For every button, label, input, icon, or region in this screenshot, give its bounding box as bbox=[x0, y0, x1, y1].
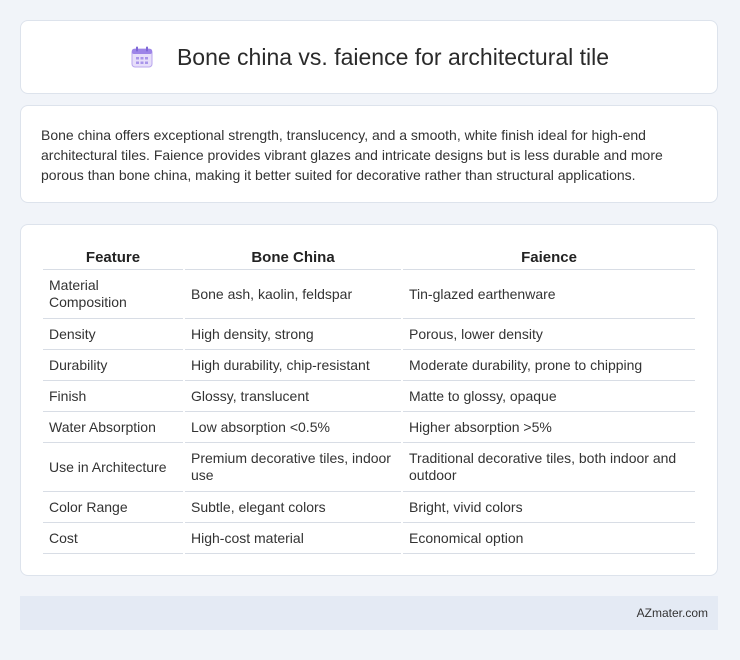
table-row: Cost High-cost material Economical optio… bbox=[43, 523, 695, 554]
row-bone-china: Low absorption <0.5% bbox=[185, 412, 401, 443]
comparison-table-card: Feature Bone China Faience Material Comp… bbox=[20, 224, 718, 576]
table-row: Water Absorption Low absorption <0.5% Hi… bbox=[43, 412, 695, 443]
summary-card: Bone china offers exceptional strength, … bbox=[20, 105, 718, 203]
row-faience: Moderate durability, prone to chipping bbox=[403, 350, 695, 381]
table-row: Durability High durability, chip-resista… bbox=[43, 350, 695, 381]
row-faience: Economical option bbox=[403, 523, 695, 554]
row-faience: Porous, lower density bbox=[403, 319, 695, 350]
row-bone-china: Subtle, elegant colors bbox=[185, 492, 401, 523]
row-faience: Tin-glazed earthenware bbox=[403, 270, 695, 319]
table-header-row: Feature Bone China Faience bbox=[43, 245, 695, 270]
row-bone-china: High density, strong bbox=[185, 319, 401, 350]
header-feature: Feature bbox=[43, 245, 183, 270]
comparison-table: Feature Bone China Faience Material Comp… bbox=[41, 245, 697, 554]
row-bone-china: High-cost material bbox=[185, 523, 401, 554]
header-faience: Faience bbox=[403, 245, 695, 270]
table-row: Density High density, strong Porous, low… bbox=[43, 319, 695, 350]
page-title: Bone china vs. faience for architectural… bbox=[176, 43, 610, 70]
footer: AZmater.com bbox=[20, 596, 718, 630]
table-row: Finish Glossy, translucent Matte to glos… bbox=[43, 381, 695, 412]
title-card: Bone china vs. faience for architectural… bbox=[20, 20, 718, 94]
summary-text: Bone china offers exceptional strength, … bbox=[41, 127, 663, 183]
row-faience: Bright, vivid colors bbox=[403, 492, 695, 523]
row-feature: Color Range bbox=[43, 492, 183, 523]
row-bone-china: Glossy, translucent bbox=[185, 381, 401, 412]
footer-brand: AZmater.com bbox=[636, 606, 708, 620]
row-feature: Durability bbox=[43, 350, 183, 381]
row-feature: Use in Architecture bbox=[43, 443, 183, 492]
row-faience: Higher absorption >5% bbox=[403, 412, 695, 443]
table-row: Color Range Subtle, elegant colors Brigh… bbox=[43, 492, 695, 523]
row-feature: Water Absorption bbox=[43, 412, 183, 443]
row-bone-china: Bone ash, kaolin, feldspar bbox=[185, 270, 401, 319]
table-row: Use in Architecture Premium decorative t… bbox=[43, 443, 695, 492]
row-faience: Traditional decorative tiles, both indoo… bbox=[403, 443, 695, 492]
row-feature: Material Composition bbox=[43, 270, 183, 319]
row-feature: Cost bbox=[43, 523, 183, 554]
calendar-icon bbox=[129, 44, 155, 70]
row-faience: Matte to glossy, opaque bbox=[403, 381, 695, 412]
table-row: Material Composition Bone ash, kaolin, f… bbox=[43, 270, 695, 319]
row-feature: Finish bbox=[43, 381, 183, 412]
row-bone-china: High durability, chip-resistant bbox=[185, 350, 401, 381]
row-bone-china: Premium decorative tiles, indoor use bbox=[185, 443, 401, 492]
row-feature: Density bbox=[43, 319, 183, 350]
header-bone-china: Bone China bbox=[185, 245, 401, 270]
